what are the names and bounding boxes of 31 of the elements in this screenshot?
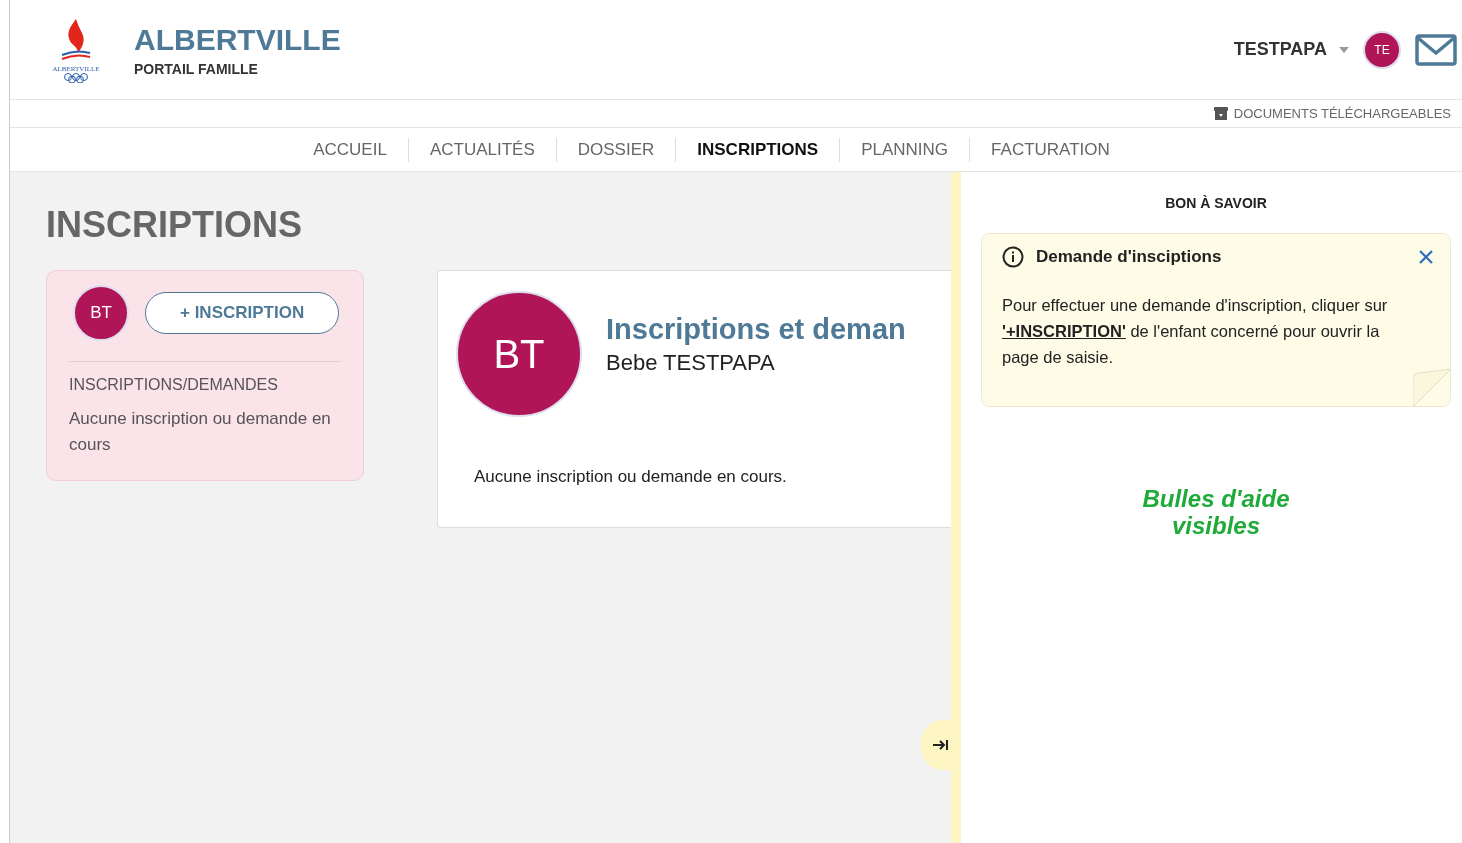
child-avatar: BT <box>456 291 582 417</box>
archive-icon <box>1213 107 1228 120</box>
nav-tab[interactable]: PLANNING <box>840 139 970 160</box>
caret-icon <box>1339 46 1349 53</box>
nav-tab[interactable]: INSCRIPTIONS <box>676 139 840 160</box>
card-title: Inscriptions et deman <box>606 312 906 346</box>
empty-message: Aucune inscription ou demande en cours. <box>474 467 788 487</box>
child-name: Bebe TESTPAPA <box>606 349 776 376</box>
documents-link[interactable]: DOCUMENTS TÉLÉCHARGEABLES <box>1213 106 1451 121</box>
olympic-rings-icon <box>63 72 89 83</box>
user-avatar[interactable]: TE <box>1363 30 1401 69</box>
mail-icon[interactable] <box>1415 33 1457 66</box>
help-status: Bulles d'aide visibles <box>1141 485 1291 539</box>
nav-tab[interactable]: FACTURATION <box>970 139 1131 160</box>
bubble-title: Demande d'insciptions <box>1036 247 1223 267</box>
nav-tab[interactable]: DOSSIER <box>556 139 676 160</box>
status-text: Aucune inscription ou demande en cours <box>69 408 332 456</box>
user-menu[interactable]: TESTPAPA <box>1233 39 1349 60</box>
child-avatar: BT <box>73 285 129 341</box>
bubble-text: Pour effectuer une demande d'inscription, cliquer sur '+INSCRIPTION' de l'enfant concerné pour ouvrir la page de saisie. <box>1002 295 1389 368</box>
site-subtitle: PORTAIL FAMILLE <box>134 60 259 77</box>
nav-tab[interactable]: ACTUALITÉS <box>408 139 556 160</box>
site-title: ALBERTVILLE <box>134 22 341 57</box>
collapse-arrow-icon <box>932 739 950 751</box>
nav-tab[interactable]: ACCUEIL <box>292 139 408 160</box>
close-icon[interactable] <box>1418 249 1434 265</box>
panel-heading: BON À SAVOIR <box>1165 195 1267 211</box>
inscription-button[interactable]: + INSCRIPTION <box>145 292 340 334</box>
page-title: INSCRIPTIONS <box>46 204 304 246</box>
info-icon <box>1002 246 1024 268</box>
section-label: INSCRIPTIONS/DEMANDES <box>69 376 279 394</box>
